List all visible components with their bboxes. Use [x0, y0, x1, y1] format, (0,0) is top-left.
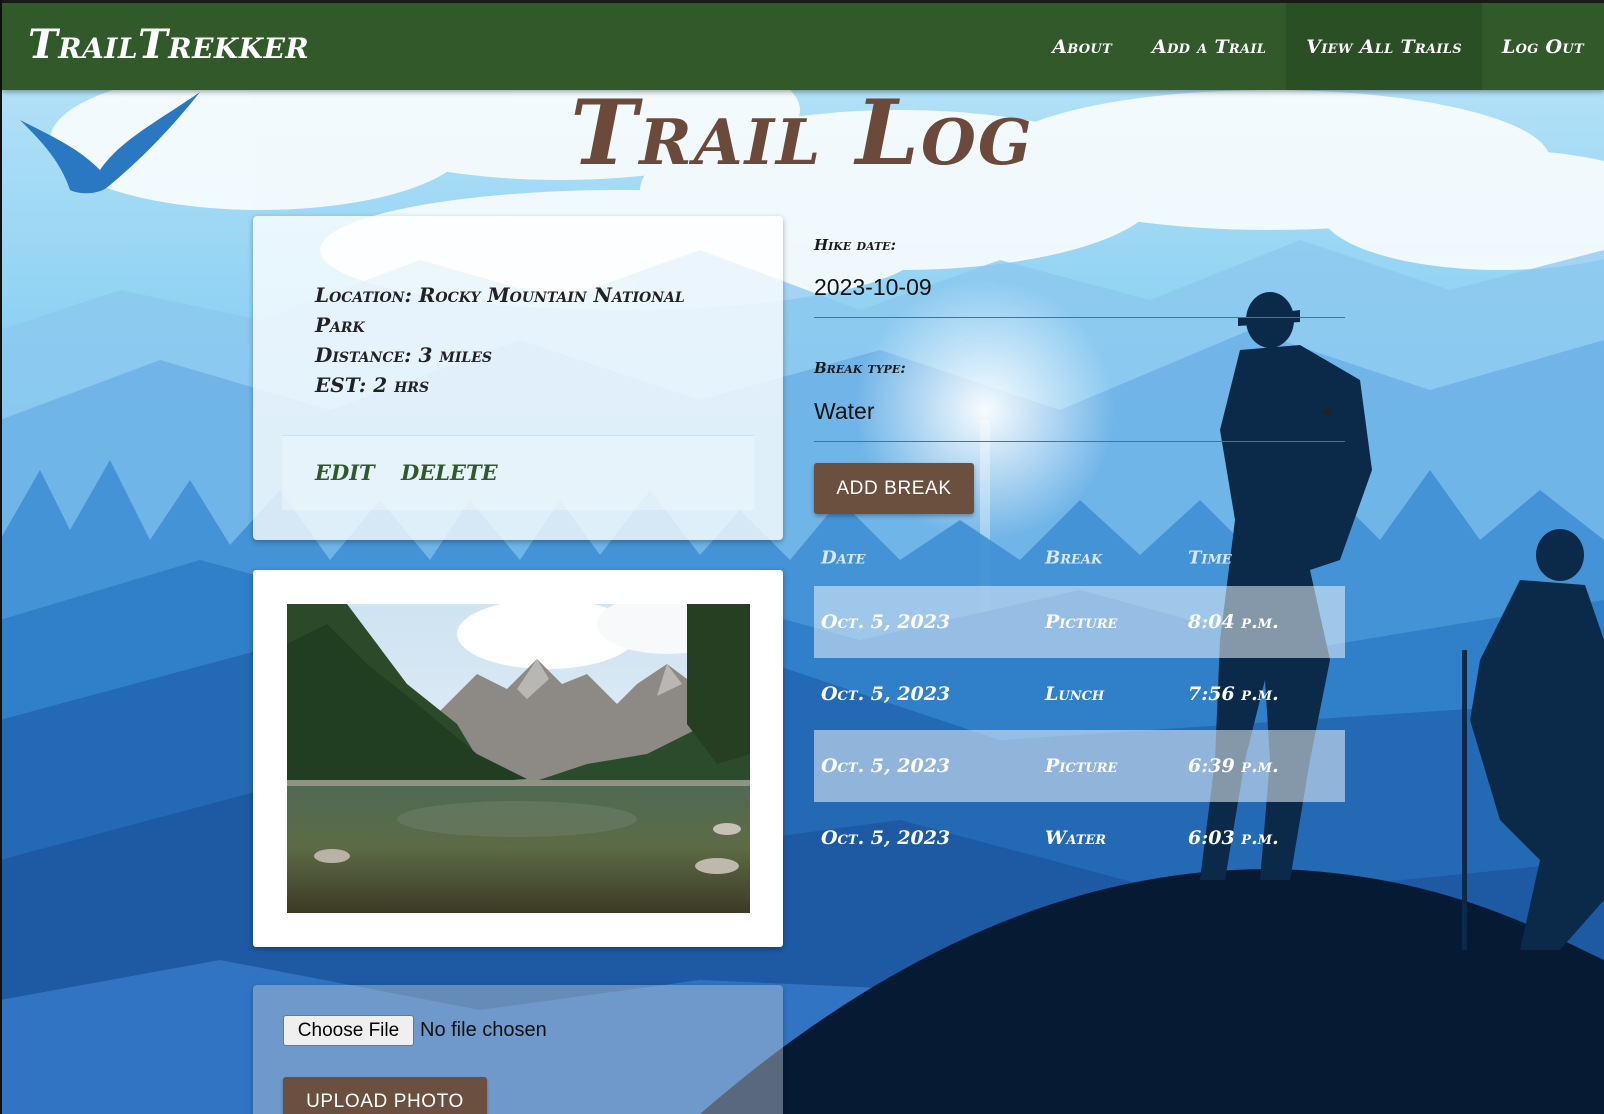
- header-time: Time: [1188, 547, 1232, 569]
- upload-card: Choose File No file chosen UPLOAD PHOTO: [253, 985, 783, 1114]
- nav-item-add-trail[interactable]: Add a Trail: [1132, 3, 1286, 90]
- chevron-down-icon[interactable]: [1320, 409, 1334, 416]
- table-header: Date Break Time: [814, 530, 1345, 586]
- table-row: Oct. 5, 2023 Picture 8:04 p.m.: [814, 586, 1345, 658]
- row-break: Water: [1045, 827, 1107, 849]
- brand-logo[interactable]: TrailTrekker: [28, 21, 309, 68]
- break-type-label: Break type:: [814, 359, 906, 377]
- nav-item-about[interactable]: About: [1032, 3, 1132, 90]
- header-break: Break: [1045, 547, 1103, 569]
- row-break: Picture: [1045, 611, 1118, 633]
- hike-date-label: Hike date:: [814, 236, 897, 254]
- row-date: Oct. 5, 2023: [821, 683, 951, 705]
- breaks-table: Date Break Time Oct. 5, 2023 Picture 8:0…: [814, 530, 1345, 874]
- hike-date-input[interactable]: 2023-10-09: [814, 274, 932, 301]
- header-date: Date: [821, 547, 866, 569]
- nav-links: About Add a Trail View All Trails Log Ou…: [1032, 3, 1604, 90]
- trail-est: EST: 2 hrs: [315, 373, 430, 397]
- nav-item-log-out[interactable]: Log Out: [1482, 3, 1604, 90]
- table-row: Oct. 5, 2023 Picture 6:39 p.m.: [814, 730, 1345, 802]
- table-row: Oct. 5, 2023 Water 6:03 p.m.: [814, 802, 1345, 874]
- edit-link[interactable]: EDIT: [315, 460, 375, 485]
- upload-photo-button[interactable]: UPLOAD PHOTO: [283, 1077, 487, 1114]
- choose-file-button[interactable]: Choose File: [283, 1015, 414, 1046]
- hike-date-underline: [814, 317, 1345, 318]
- row-time: 7:56 p.m.: [1188, 683, 1279, 705]
- add-break-button[interactable]: ADD BREAK: [814, 463, 974, 514]
- trail-location: Location: Rocky Mountain National Park: [315, 283, 685, 337]
- trail-info-card: Location: Rocky Mountain National Park D…: [253, 216, 783, 540]
- row-time: 6:39 p.m.: [1188, 755, 1279, 777]
- navbar: TrailTrekker About Add a Trail View All …: [2, 3, 1604, 90]
- nav-item-view-all-trails[interactable]: View All Trails: [1286, 3, 1482, 90]
- table-row: Oct. 5, 2023 Lunch 7:56 p.m.: [814, 658, 1345, 730]
- trail-photo-card: [253, 570, 783, 947]
- row-time: 8:04 p.m.: [1188, 611, 1279, 633]
- card-actions: EDIT DELETE: [282, 435, 754, 510]
- row-date: Oct. 5, 2023: [821, 611, 951, 633]
- row-date: Oct. 5, 2023: [821, 827, 951, 849]
- row-date: Oct. 5, 2023: [821, 755, 951, 777]
- row-break: Lunch: [1045, 683, 1105, 705]
- row-break: Picture: [1045, 755, 1118, 777]
- window-frame-left: [0, 0, 2, 1114]
- trail-distance: Distance: 3 miles: [315, 343, 493, 367]
- page-title: Trail Log: [570, 80, 1034, 186]
- no-file-chosen-text: No file chosen: [420, 1019, 547, 1041]
- trail-photo: [287, 604, 750, 913]
- break-type-underline: [814, 441, 1345, 442]
- break-type-select[interactable]: Water: [814, 398, 875, 425]
- delete-link[interactable]: DELETE: [401, 460, 498, 485]
- row-time: 6:03 p.m.: [1188, 827, 1279, 849]
